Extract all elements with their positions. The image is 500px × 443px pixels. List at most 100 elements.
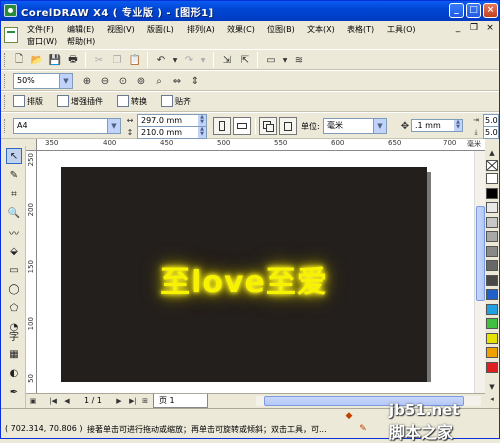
fill-indicator-icon[interactable]: ◆: [343, 410, 355, 422]
color-swatch[interactable]: [486, 332, 498, 344]
shape-tool-icon[interactable]: ✎: [6, 167, 22, 183]
menu-help[interactable]: 帮助(H): [67, 36, 95, 47]
duplicate-y-field[interactable]: 5.0: [483, 126, 499, 139]
paper-size-combo[interactable]: A4 ▼: [13, 118, 121, 134]
vertical-scroll-thumb[interactable]: [476, 206, 485, 301]
nudge-offset-field[interactable]: .1 mm ▲ ▼: [411, 119, 463, 132]
menu-text[interactable]: 文本(X): [307, 24, 335, 35]
outline-indicator-icon[interactable]: ✎: [357, 423, 369, 435]
table-tool-icon[interactable]: ▦: [6, 346, 22, 362]
print-icon[interactable]: 🖶: [65, 52, 81, 68]
last-page-icon[interactable]: ▶|: [128, 396, 138, 406]
color-swatch[interactable]: [486, 260, 498, 271]
add-page-icon[interactable]: ⊞: [140, 396, 150, 406]
cut-icon[interactable]: ✂: [91, 52, 107, 68]
coreldraw-app-icon[interactable]: [4, 4, 17, 17]
rectangle-tool-icon[interactable]: ▭: [6, 262, 22, 278]
export-icon[interactable]: ⇱: [237, 52, 253, 68]
page-height-field[interactable]: 210.0 mm ▲ ▼: [137, 126, 207, 139]
previous-page-icon[interactable]: ◀: [62, 396, 72, 406]
vertical-ruler[interactable]: 250 200 150 100 50: [26, 151, 37, 393]
copy-icon[interactable]: ❐: [109, 52, 125, 68]
color-swatch[interactable]: [486, 216, 498, 228]
color-swatch[interactable]: [486, 173, 498, 184]
doc-restore-button[interactable]: ❐: [468, 23, 480, 33]
snap-button[interactable]: 贴齐: [161, 95, 191, 107]
first-page-icon[interactable]: |◀: [48, 396, 58, 406]
glow-text-object[interactable]: 至love至爱: [61, 257, 427, 301]
all-pages-button[interactable]: [259, 117, 277, 135]
doc-minimize-button[interactable]: _: [452, 23, 464, 33]
open-folder-icon[interactable]: 📂: [29, 52, 45, 68]
palette-scroll-down-icon[interactable]: ▼: [486, 382, 498, 392]
save-icon[interactable]: 💾: [47, 52, 63, 68]
page-tab-1[interactable]: 页 1: [153, 394, 208, 408]
close-button[interactable]: ×: [483, 3, 498, 18]
height-spinner-icon[interactable]: ▲ ▼: [198, 127, 206, 138]
menu-table[interactable]: 表格(T): [347, 24, 374, 35]
new-document-icon[interactable]: 🗋: [11, 52, 27, 68]
eyedropper-tool-icon[interactable]: ✒: [6, 384, 22, 400]
menu-tools[interactable]: 工具(O): [387, 24, 416, 35]
color-swatch[interactable]: [486, 303, 498, 315]
drawing-canvas[interactable]: 至love至爱: [37, 151, 474, 393]
menu-window[interactable]: 窗口(W): [27, 36, 57, 47]
no-fill-swatch[interactable]: [486, 160, 498, 171]
enhance-plugin-button[interactable]: 增强插件: [57, 95, 103, 107]
color-swatch[interactable]: [486, 187, 498, 199]
welcome-screen-icon[interactable]: ≋: [291, 52, 307, 68]
doc-close-button[interactable]: ×: [484, 23, 496, 33]
text-tool-icon[interactable]: 字: [6, 327, 22, 343]
menu-arrange[interactable]: 排列(A): [187, 24, 215, 35]
color-swatch[interactable]: [486, 347, 498, 358]
ruler-origin[interactable]: [26, 139, 37, 151]
menu-effects[interactable]: 效果(C): [227, 24, 255, 35]
view-manager-icon[interactable]: ▣: [28, 396, 38, 406]
zoom-tool-icon[interactable]: 🔍: [6, 205, 22, 221]
polygon-tool-icon[interactable]: ⬠: [6, 300, 22, 316]
width-spinner-icon[interactable]: ▲ ▼: [198, 115, 206, 126]
freehand-tool-icon[interactable]: 〰: [6, 224, 22, 240]
nudge-spinner-icon[interactable]: ▲ ▼: [454, 120, 462, 131]
zoom-page-icon[interactable]: ⌕: [151, 73, 167, 89]
ellipse-tool-icon[interactable]: ◯: [6, 281, 22, 297]
current-page-button[interactable]: [279, 117, 297, 135]
next-page-icon[interactable]: ▶: [114, 396, 124, 406]
zoom-selected-icon[interactable]: ⊙: [115, 73, 131, 89]
color-swatch[interactable]: [486, 289, 498, 300]
zoom-level-combo[interactable]: 50% ▼: [13, 73, 73, 89]
redo-dropdown-icon[interactable]: ▼: [195, 52, 211, 68]
color-swatch[interactable]: [486, 318, 498, 329]
color-swatch[interactable]: [486, 231, 498, 242]
zoom-out-icon[interactable]: ⊖: [97, 73, 113, 89]
color-swatch[interactable]: [486, 245, 498, 257]
import-icon[interactable]: ⇲: [219, 52, 235, 68]
palette-flyout-icon[interactable]: ◂: [486, 394, 498, 404]
color-swatch[interactable]: [486, 202, 498, 213]
zoom-page-width-icon[interactable]: ⇔: [169, 73, 185, 89]
portrait-button[interactable]: [213, 117, 231, 135]
menu-layout[interactable]: 版面(L): [147, 24, 174, 35]
zoom-in-icon[interactable]: ⊕: [79, 73, 95, 89]
zoom-all-objects-icon[interactable]: ⊚: [133, 73, 149, 89]
drawing-page[interactable]: 至love至爱: [61, 167, 427, 382]
color-swatch[interactable]: [486, 274, 498, 286]
unit-combo[interactable]: 毫米 ▼: [323, 118, 387, 134]
color-swatch[interactable]: [486, 361, 498, 373]
paste-icon[interactable]: 📋: [127, 52, 143, 68]
pick-tool-icon[interactable]: ↖: [6, 148, 22, 164]
menu-file[interactable]: 文件(F): [27, 24, 54, 35]
document-icon[interactable]: [4, 27, 18, 43]
crop-tool-icon[interactable]: ⌗: [6, 186, 22, 202]
maximize-button[interactable]: □: [466, 3, 481, 18]
menu-edit[interactable]: 编辑(E): [67, 24, 94, 35]
interactive-blend-tool-icon[interactable]: ◐: [6, 365, 22, 381]
minimize-button[interactable]: _: [449, 3, 464, 18]
convert-button[interactable]: 转换: [117, 95, 147, 107]
smart-fill-tool-icon[interactable]: ⬙: [6, 243, 22, 259]
menu-view[interactable]: 视图(V): [107, 24, 135, 35]
typeset-button[interactable]: 排版: [13, 95, 43, 107]
landscape-button[interactable]: [233, 117, 251, 135]
menu-bitmap[interactable]: 位图(B): [267, 24, 295, 35]
palette-scroll-up-icon[interactable]: ▲: [486, 148, 498, 158]
